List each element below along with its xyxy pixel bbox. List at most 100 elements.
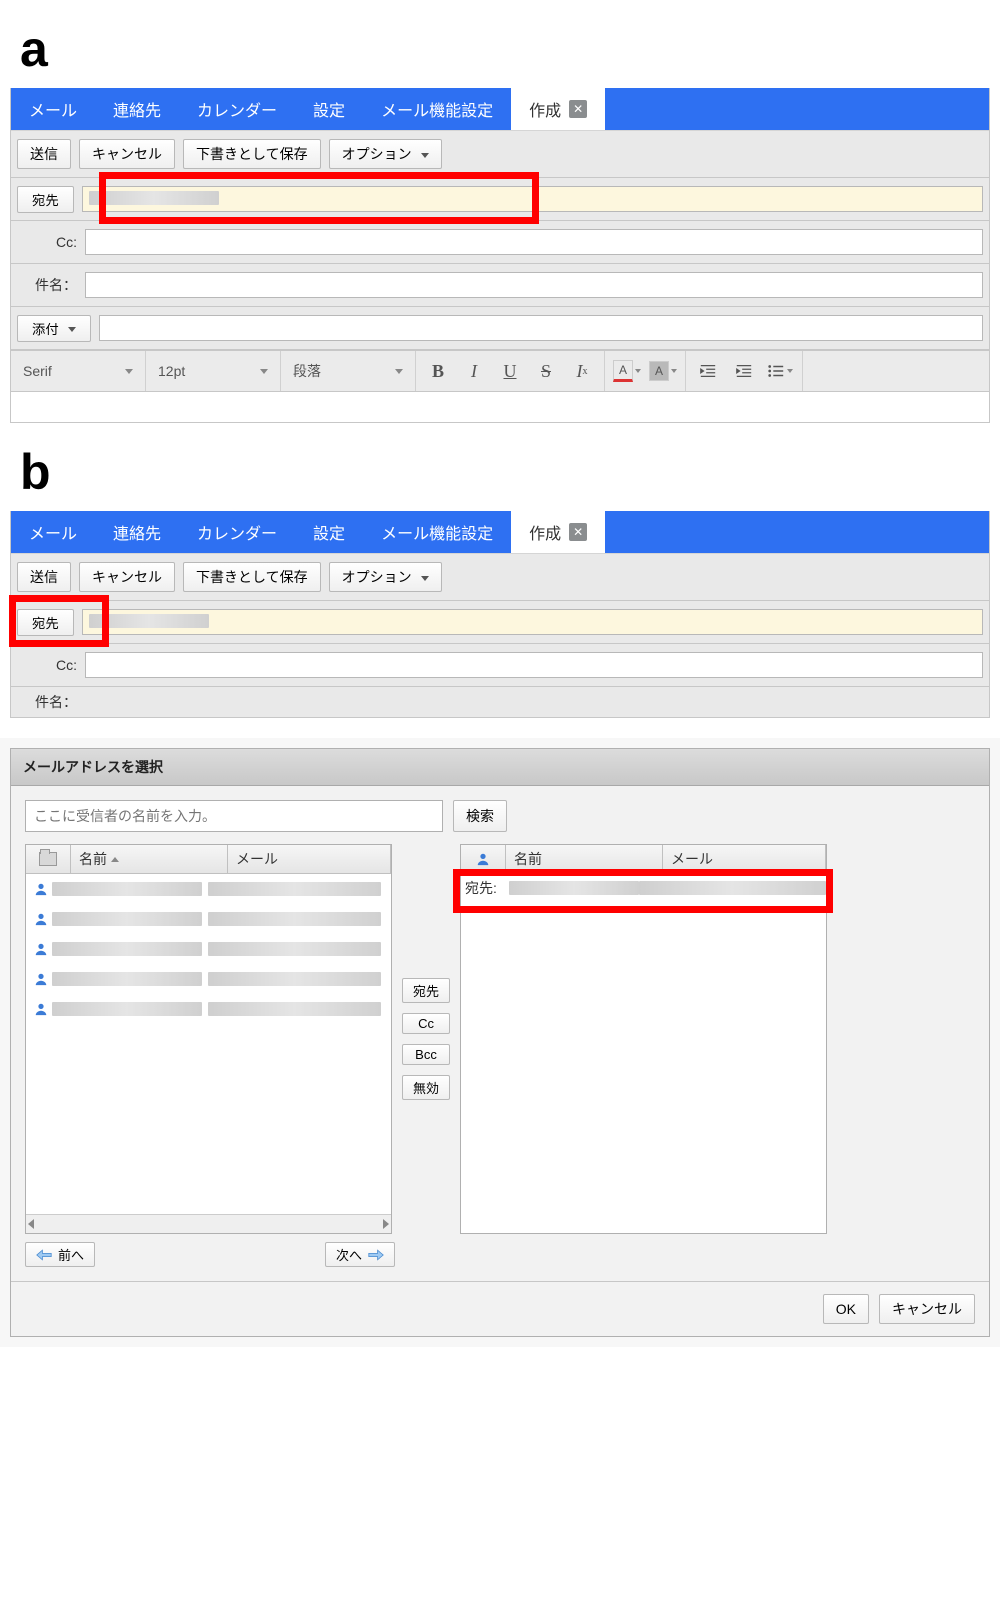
- size-select[interactable]: 12pt: [146, 351, 281, 391]
- redacted-text: [208, 972, 381, 986]
- recipient-search-input[interactable]: [25, 800, 443, 832]
- send-button[interactable]: 送信: [17, 562, 71, 592]
- tab-mail-settings[interactable]: メール機能設定: [363, 511, 511, 553]
- send-button[interactable]: 送信: [17, 139, 71, 169]
- font-select[interactable]: Serif: [11, 351, 146, 391]
- list-item[interactable]: [26, 934, 391, 964]
- options-label: オプション: [342, 569, 412, 585]
- tab-mail[interactable]: メール: [11, 88, 95, 130]
- close-icon[interactable]: ✕: [569, 523, 587, 541]
- close-icon[interactable]: ✕: [569, 100, 587, 118]
- text-style-group: B I U S Ix: [416, 351, 605, 391]
- address-dialog: メールアドレスを選択 検索 名前 メール: [10, 748, 990, 1337]
- name-header[interactable]: 名前: [71, 845, 228, 873]
- subject-row: 件名：: [11, 264, 989, 307]
- redacted-text: [208, 1002, 381, 1016]
- tab-settings[interactable]: 設定: [295, 88, 363, 130]
- selected-item[interactable]: 宛先:: [461, 874, 826, 902]
- contacts-body[interactable]: [26, 874, 391, 1214]
- cc-input[interactable]: [85, 229, 983, 255]
- main-tabs-b: メール 連絡先 カレンダー 設定 メール機能設定 作成 ✕: [11, 511, 989, 553]
- dialog-cancel-button[interactable]: キャンセル: [879, 1294, 975, 1324]
- prev-button[interactable]: 前へ: [25, 1242, 95, 1267]
- to-button[interactable]: 宛先: [17, 609, 74, 636]
- cancel-button[interactable]: キャンセル: [79, 139, 175, 169]
- list-item[interactable]: [26, 964, 391, 994]
- selected-to-label: 宛先:: [461, 878, 509, 898]
- tab-settings[interactable]: 設定: [295, 511, 363, 553]
- assign-to-button[interactable]: 宛先: [402, 978, 450, 1003]
- tab-compose[interactable]: 作成 ✕: [511, 88, 605, 130]
- tab-contacts[interactable]: 連絡先: [95, 88, 179, 130]
- indent-button[interactable]: [726, 351, 762, 391]
- assign-disable-button[interactable]: 無効: [402, 1075, 450, 1100]
- to-input[interactable]: [82, 609, 983, 635]
- outdent-button[interactable]: [690, 351, 726, 391]
- bg-color-button[interactable]: A: [645, 351, 681, 391]
- tab-calendar[interactable]: カレンダー: [179, 511, 295, 553]
- chevron-down-icon: [671, 369, 677, 373]
- options-button[interactable]: オプション: [329, 139, 443, 169]
- redacted-text: [639, 881, 826, 895]
- figure-label-a: a: [20, 20, 1000, 78]
- redacted-text: [89, 614, 209, 628]
- cancel-button[interactable]: キャンセル: [79, 562, 175, 592]
- person-icon: [34, 1002, 48, 1016]
- list-button[interactable]: [762, 351, 798, 391]
- paragraph-select[interactable]: 段落: [281, 351, 416, 391]
- assign-bcc-button[interactable]: Bcc: [402, 1044, 450, 1065]
- tab-compose[interactable]: 作成 ✕: [511, 511, 605, 553]
- list-item[interactable]: [26, 994, 391, 1024]
- to-row-b: 宛先: [11, 601, 989, 644]
- assign-cc-button[interactable]: Cc: [402, 1013, 450, 1034]
- list-item[interactable]: [26, 904, 391, 934]
- mail-header[interactable]: メール: [228, 845, 391, 873]
- cc-input[interactable]: [85, 652, 983, 678]
- compose-body[interactable]: [11, 392, 989, 423]
- attach-button[interactable]: 添付: [17, 315, 91, 342]
- tab-calendar[interactable]: カレンダー: [179, 88, 295, 130]
- save-draft-button[interactable]: 下書きとして保存: [183, 139, 321, 169]
- next-button[interactable]: 次へ: [325, 1242, 395, 1267]
- indent-icon: [735, 362, 753, 380]
- attach-area[interactable]: [99, 315, 983, 341]
- editor-toolbar: Serif 12pt 段落 B I U S Ix A A: [11, 350, 989, 392]
- redacted-text: [52, 1002, 202, 1016]
- underline-button[interactable]: U: [492, 351, 528, 391]
- chevron-down-icon: [421, 576, 429, 581]
- horizontal-scrollbar[interactable]: [26, 1214, 391, 1233]
- selected-body[interactable]: 宛先:: [461, 874, 826, 1233]
- save-draft-button[interactable]: 下書きとして保存: [183, 562, 321, 592]
- tab-contacts[interactable]: 連絡先: [95, 511, 179, 553]
- tab-compose-label: 作成: [529, 97, 561, 121]
- cc-row: Cc:: [11, 221, 989, 264]
- tab-mail-settings[interactable]: メール機能設定: [363, 88, 511, 130]
- chevron-down-icon: [68, 327, 76, 332]
- clear-format-button[interactable]: Ix: [564, 351, 600, 391]
- dialog-nav: 前へ 次へ: [25, 1242, 975, 1267]
- to-button[interactable]: 宛先: [17, 186, 74, 213]
- search-button[interactable]: 検索: [453, 800, 507, 832]
- compose-toolbar: 送信 キャンセル 下書きとして保存 オプション: [11, 130, 989, 178]
- arrow-right-icon: [368, 1249, 384, 1261]
- strike-button[interactable]: S: [528, 351, 564, 391]
- italic-button[interactable]: I: [456, 351, 492, 391]
- name-header[interactable]: 名前: [506, 845, 663, 873]
- list-item[interactable]: [26, 874, 391, 904]
- subject-input[interactable]: [85, 272, 983, 298]
- bold-button[interactable]: B: [420, 351, 456, 391]
- tab-mail[interactable]: メール: [11, 511, 95, 553]
- options-button[interactable]: オプション: [329, 562, 443, 592]
- folder-header[interactable]: [26, 845, 71, 873]
- text-color-button[interactable]: A: [609, 351, 645, 391]
- redacted-text: [208, 942, 381, 956]
- assign-buttons: 宛先 Cc Bcc 無効: [402, 844, 450, 1234]
- mail-header[interactable]: メール: [663, 845, 826, 873]
- ok-button[interactable]: OK: [823, 1294, 869, 1324]
- person-icon: [34, 912, 48, 926]
- to-input[interactable]: [82, 186, 983, 212]
- person-header[interactable]: [461, 845, 506, 873]
- sort-asc-icon: [111, 857, 119, 862]
- mail-compose-b: メール 連絡先 カレンダー 設定 メール機能設定 作成 ✕ 送信 キャンセル 下…: [10, 511, 990, 718]
- contacts-header: 名前 メール: [26, 845, 391, 874]
